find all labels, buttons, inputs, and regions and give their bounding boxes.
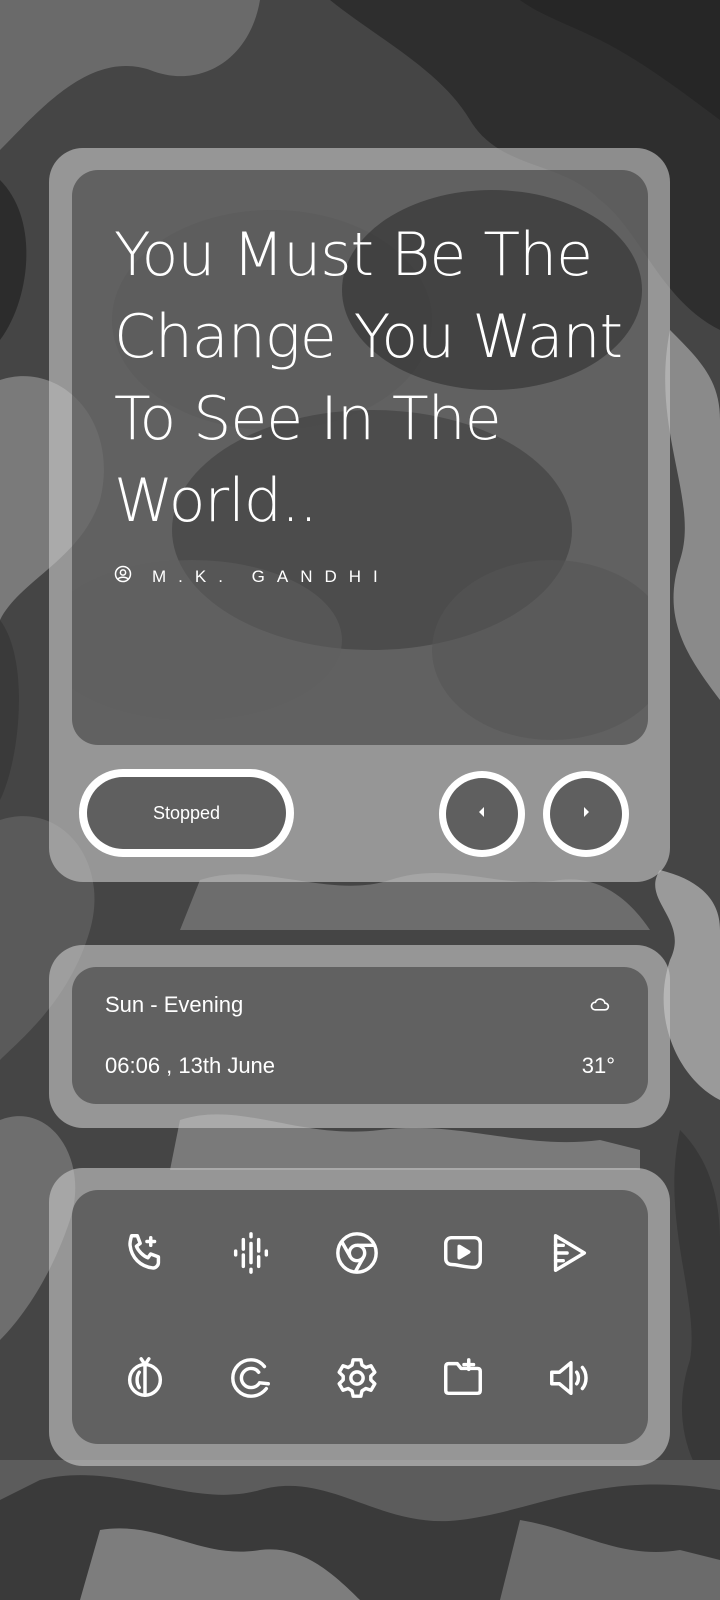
chevron-right-icon [581,805,591,823]
chevron-left-icon [477,805,487,823]
next-button[interactable] [543,771,629,857]
phone-icon[interactable] [117,1225,173,1281]
player-status-label: Stopped [87,777,286,849]
temperature: 31° [581,1053,615,1078]
day-period: Sun - Evening [105,992,244,1017]
app-grid-widget [49,1168,670,1466]
podcasts-icon[interactable] [223,1225,279,1281]
info-widget: Sun - Evening 06:06 , 13th June 31° [49,945,670,1128]
info-card: Sun - Evening 06:06 , 13th June 31° [72,967,648,1104]
quote-text: You Must Be The Change You Want To See I… [114,220,623,536]
user-circle-icon [114,565,132,588]
author-row: M.K. GANDHI [114,565,390,588]
quote-card: You Must Be The Change You Want To See I… [72,170,648,745]
quote-author: M.K. GANDHI [152,566,390,586]
date-time: 06:06 , 13th June [105,1053,276,1078]
app-grid [72,1190,648,1444]
player-status-button[interactable]: Stopped [79,769,294,857]
youtube-icon[interactable] [435,1225,491,1281]
volume-icon[interactable] [541,1350,597,1406]
previous-button[interactable] [439,771,525,857]
quote-widget: You Must Be The Change You Want To See I… [49,148,670,882]
folder-add-icon[interactable] [435,1350,491,1406]
c-app-icon[interactable] [223,1350,279,1406]
settings-icon[interactable] [329,1350,385,1406]
play-store-icon[interactable] [541,1225,597,1281]
timer-icon[interactable] [117,1350,173,1406]
cloud-icon [590,996,610,1017]
chrome-icon[interactable] [329,1225,385,1281]
